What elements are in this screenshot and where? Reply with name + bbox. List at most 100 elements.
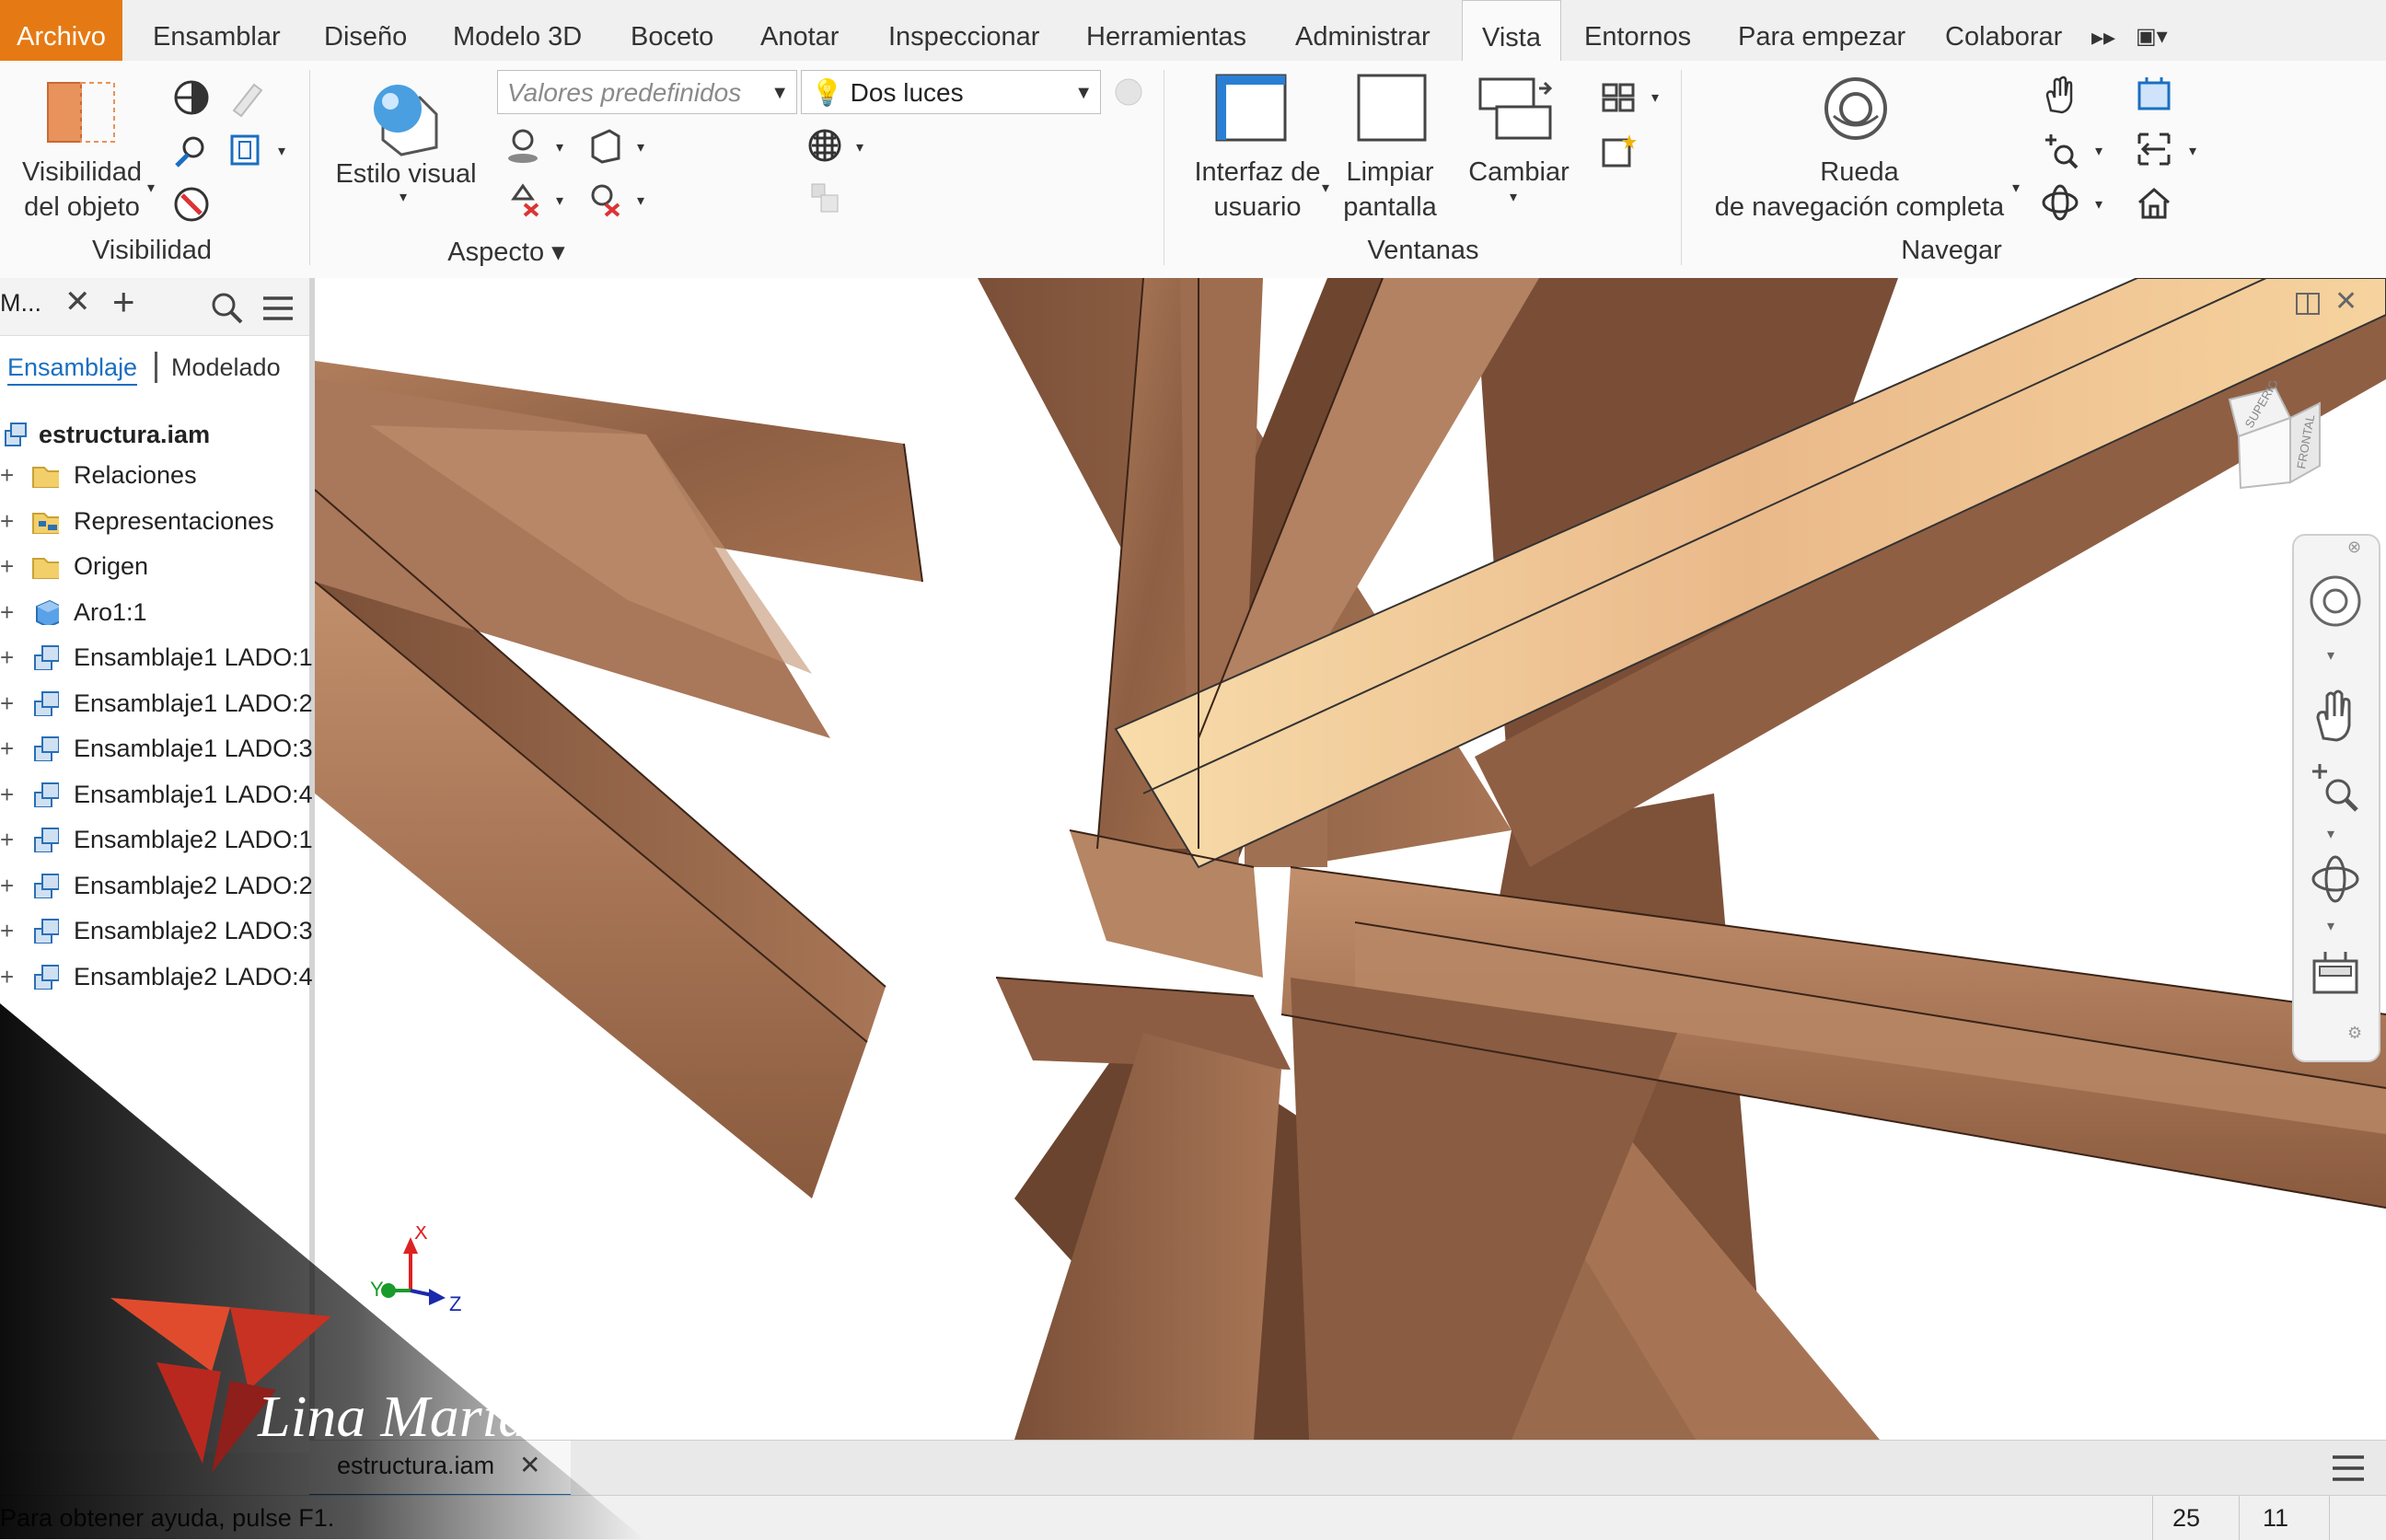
look-at-icon[interactable] bbox=[2307, 944, 2364, 1002]
clean-screen-icon[interactable] bbox=[1353, 70, 1430, 144]
object-visibility-button[interactable]: Visibilidad del objeto bbox=[13, 155, 151, 225]
arrange-icon[interactable] bbox=[1598, 77, 1639, 118]
chevron-down-icon[interactable]: ▾ bbox=[2012, 179, 2020, 197]
chevron-down-icon[interactable]: ▾ bbox=[2327, 646, 2334, 665]
preset-combo[interactable]: Valores predefinidos ▼ bbox=[497, 70, 797, 114]
new-window-icon[interactable] bbox=[1598, 131, 1639, 171]
graphics-viewport[interactable]: ✕ SUPERIOR FRONTAL ⊗ ▾ ▾ ▾ ⚙ X Y Z bbox=[315, 278, 2386, 1440]
search-icon[interactable] bbox=[210, 291, 245, 326]
expand-icon[interactable]: + bbox=[0, 635, 15, 679]
menu-icon[interactable] bbox=[260, 293, 296, 324]
close-icon[interactable]: ✕ bbox=[519, 1450, 540, 1480]
lighting-combo[interactable]: 💡 Dos luces ▼ bbox=[801, 70, 1101, 114]
ortho-view-icon[interactable] bbox=[585, 125, 626, 166]
chevron-down-icon[interactable]: ▾ bbox=[400, 188, 407, 206]
chevron-down-icon[interactable]: ▾ bbox=[2327, 917, 2334, 935]
chevron-down-icon[interactable]: ▾ bbox=[556, 191, 563, 210]
chevron-down-icon[interactable]: ▾ bbox=[2189, 142, 2196, 160]
document-tab[interactable]: estructura.iam ✕ bbox=[309, 1441, 571, 1498]
chevron-down-icon[interactable]: ▾ bbox=[2327, 825, 2334, 843]
chevron-down-icon[interactable]: ▾ bbox=[147, 179, 155, 197]
user-interface-button[interactable]: Interfaz de usuario bbox=[1184, 155, 1331, 225]
tab-modelo-3d[interactable]: Modelo 3D bbox=[453, 0, 582, 61]
switch-window-icon[interactable] bbox=[1475, 70, 1558, 144]
zoom-all-icon[interactable] bbox=[2134, 129, 2174, 169]
expand-icon[interactable]: + bbox=[0, 863, 15, 908]
expand-icon[interactable]: + bbox=[0, 681, 15, 725]
chevron-down-icon[interactable]: ▾ bbox=[2095, 195, 2102, 214]
tab-inspeccionar[interactable]: Inspeccionar bbox=[888, 0, 1039, 61]
tab-anotar[interactable]: Anotar bbox=[760, 0, 839, 61]
navigation-wheel-button[interactable]: Rueda de navegación completa bbox=[1703, 155, 2016, 225]
view-cube[interactable]: SUPERIOR FRONTAL bbox=[2211, 381, 2331, 492]
expand-icon[interactable]: + bbox=[0, 817, 15, 862]
expand-icon[interactable]: + bbox=[0, 955, 15, 999]
tab-administrar[interactable]: Administrar bbox=[1295, 0, 1430, 61]
add-icon[interactable]: + bbox=[112, 280, 135, 324]
tab-diseno[interactable]: Diseño bbox=[324, 0, 407, 61]
more-tabs-icon[interactable]: ▸▸ bbox=[2091, 0, 2115, 61]
half-section-icon[interactable] bbox=[171, 77, 212, 118]
chevron-down-icon[interactable]: ▾ bbox=[1651, 88, 1659, 107]
tab-ensamblar[interactable]: Ensamblar bbox=[153, 0, 281, 61]
tab-boceto[interactable]: Boceto bbox=[631, 0, 713, 61]
close-viewport-icon[interactable]: ✕ bbox=[2334, 285, 2357, 318]
visual-style-button[interactable]: Estilo visual bbox=[328, 156, 484, 191]
no-entry-icon[interactable] bbox=[171, 184, 212, 225]
maximize-viewport-icon[interactable] bbox=[2294, 291, 2322, 317]
section-plane-icon bbox=[232, 83, 263, 118]
tab-archivo[interactable]: Archivo bbox=[0, 0, 122, 61]
close-icon[interactable]: ✕ bbox=[64, 284, 91, 320]
expand-icon[interactable]: + bbox=[0, 544, 15, 588]
clean-screen-button[interactable]: Limpiar pantalla bbox=[1326, 155, 1454, 225]
object-visibility-icon[interactable] bbox=[44, 77, 118, 147]
expand-icon[interactable]: + bbox=[0, 499, 15, 543]
shadows-icon[interactable] bbox=[504, 179, 545, 219]
zoom-icon[interactable] bbox=[2040, 129, 2080, 169]
expand-icon[interactable]: + bbox=[0, 453, 15, 497]
pan-icon[interactable] bbox=[2040, 74, 2080, 114]
user-interface-icon[interactable] bbox=[1213, 70, 1291, 144]
expand-icon[interactable]: + bbox=[0, 726, 15, 770]
panel-toggle-icon[interactable]: ▣▾ bbox=[2136, 0, 2168, 61]
expand-icon[interactable]: + bbox=[0, 590, 15, 634]
chevron-down-icon[interactable]: ▾ bbox=[278, 142, 285, 160]
zoom-select-icon[interactable] bbox=[171, 131, 212, 171]
chevron-down-icon[interactable]: ▾ bbox=[556, 138, 563, 156]
expand-icon[interactable]: + bbox=[0, 909, 15, 953]
chevron-down-icon[interactable]: ▾ bbox=[637, 138, 644, 156]
navigation-wheel-icon[interactable] bbox=[2307, 573, 2364, 630]
reflections-icon[interactable] bbox=[585, 179, 626, 219]
chevron-down-icon[interactable]: ▾ bbox=[1510, 188, 1517, 206]
chevron-down-icon[interactable]: ▾ bbox=[856, 138, 863, 156]
tree-item-label: Origen bbox=[74, 552, 149, 580]
tab-entornos[interactable]: Entornos bbox=[1584, 0, 1691, 61]
panel-label-aspecto[interactable]: Aspecto ▾ bbox=[313, 236, 700, 268]
chevron-down-icon[interactable]: ▾ bbox=[637, 191, 644, 210]
look-at-icon[interactable] bbox=[2134, 74, 2174, 114]
customize-icon[interactable]: ⚙ bbox=[2347, 1024, 2362, 1043]
bounding-box-icon[interactable] bbox=[226, 131, 267, 171]
assembly-icon bbox=[34, 964, 59, 990]
tab-herramientas[interactable]: Herramientas bbox=[1086, 0, 1246, 61]
ground-shadow-icon[interactable] bbox=[504, 125, 545, 166]
tab-colaborar[interactable]: Colaborar bbox=[1945, 0, 2062, 61]
subtab-ensamblaje[interactable]: Ensamblaje bbox=[7, 353, 138, 386]
switch-window-button[interactable]: Cambiar bbox=[1456, 155, 1581, 190]
visual-style-icon[interactable] bbox=[365, 74, 447, 156]
close-icon[interactable]: ⊗ bbox=[2347, 538, 2361, 557]
orbit-icon[interactable] bbox=[2040, 182, 2080, 223]
navigation-wheel-icon[interactable] bbox=[1821, 74, 1891, 144]
chevron-down-icon[interactable]: ▾ bbox=[2095, 142, 2102, 160]
pan-icon[interactable] bbox=[2307, 687, 2364, 744]
menu-icon[interactable] bbox=[2329, 1452, 2368, 1485]
browser-title[interactable]: M... bbox=[0, 289, 41, 318]
home-icon[interactable] bbox=[2134, 182, 2174, 223]
subtab-modelado[interactable]: Modelado bbox=[171, 353, 281, 382]
tab-para-empezar[interactable]: Para empezar bbox=[1738, 0, 1905, 61]
zoom-icon[interactable] bbox=[2307, 758, 2364, 816]
expand-icon[interactable]: + bbox=[0, 772, 15, 816]
tab-vista[interactable]: Vista bbox=[1462, 0, 1561, 62]
orbit-icon[interactable] bbox=[2307, 851, 2364, 908]
texture-icon[interactable] bbox=[805, 125, 845, 166]
